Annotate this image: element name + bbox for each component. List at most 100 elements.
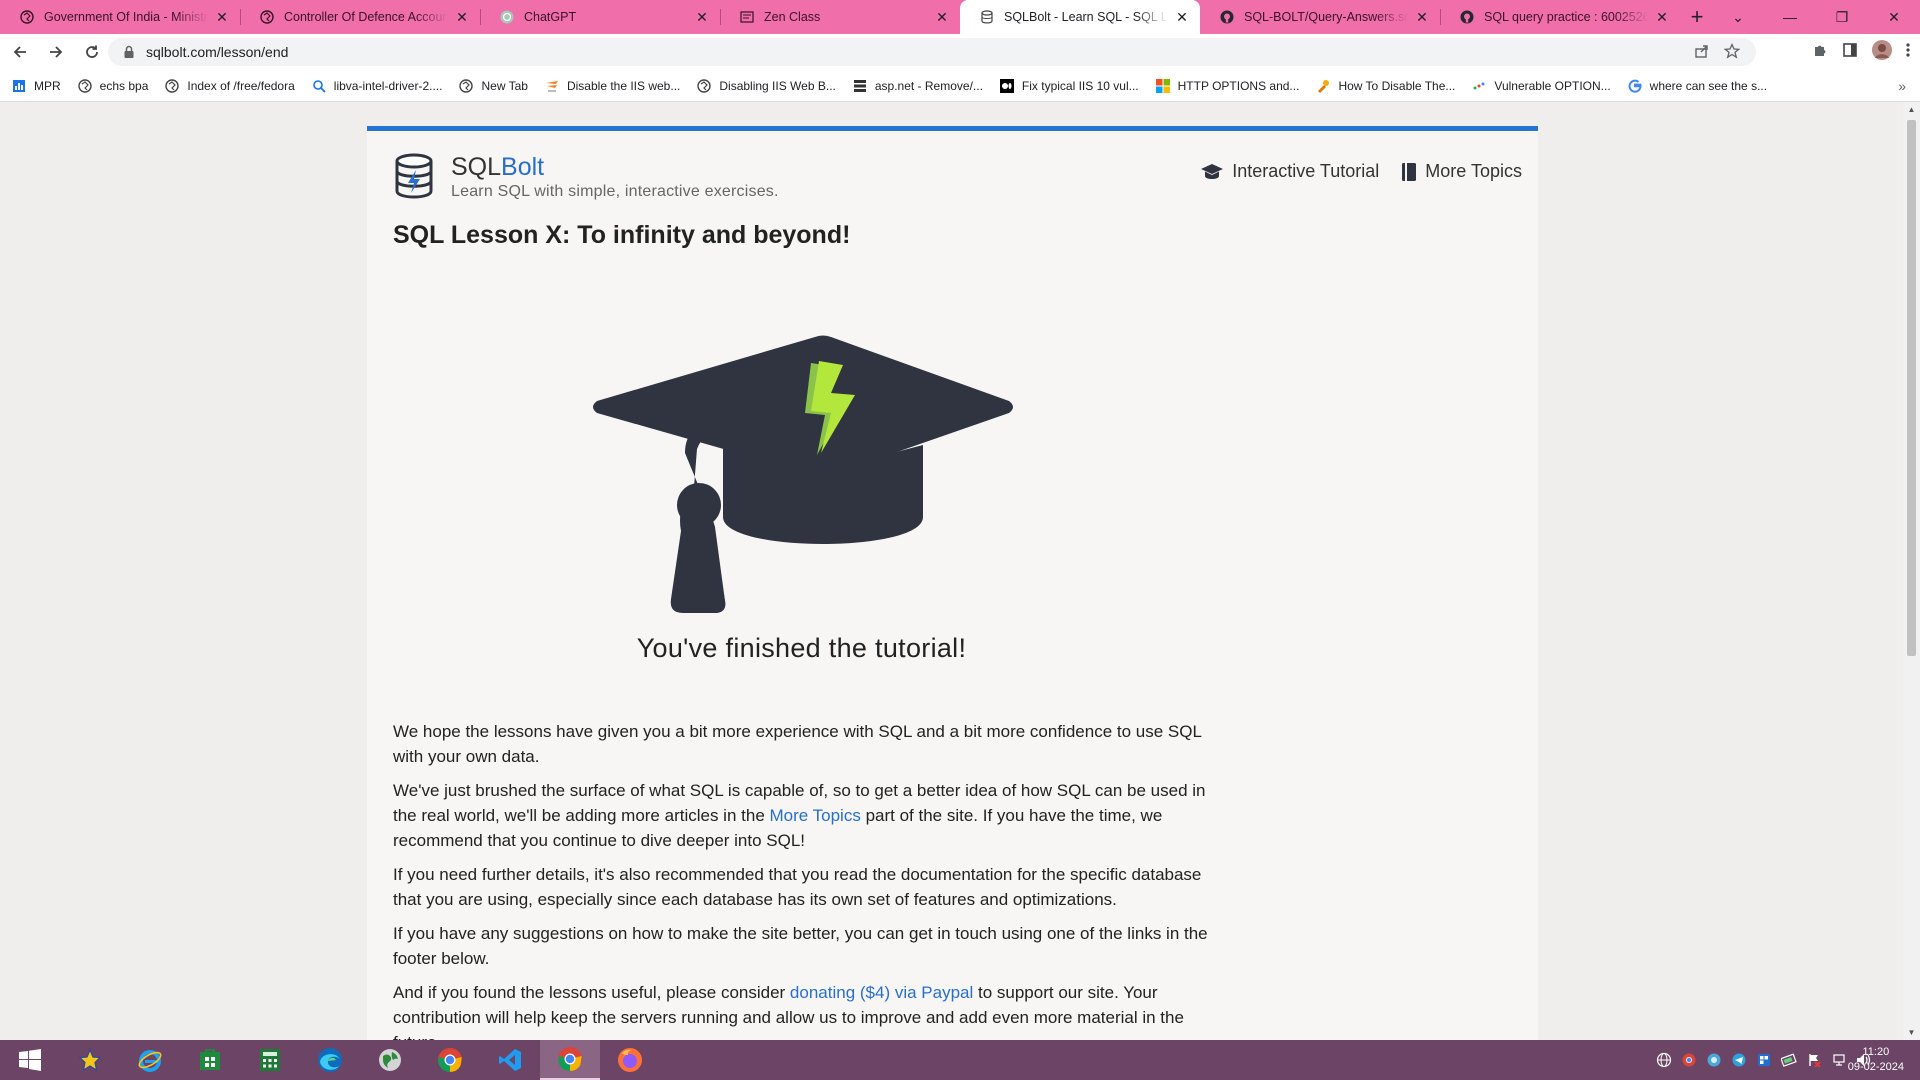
- tab-5-active[interactable]: SQLBolt - Learn SQL - SQL Lesson X ✕: [960, 0, 1200, 34]
- close-tab-icon[interactable]: ✕: [1414, 9, 1430, 25]
- paragraph: And if you found the lessons useful, ple…: [393, 983, 1184, 1040]
- dots-icon: [1472, 79, 1486, 93]
- search-icon: [312, 79, 326, 93]
- book-icon: [1402, 162, 1417, 181]
- back-arrow-icon[interactable]: [4, 36, 36, 68]
- clock-date: 09-02-2024: [1847, 1061, 1904, 1073]
- edge-icon[interactable]: [300, 1040, 360, 1080]
- profile-avatar-icon[interactable]: [1872, 39, 1892, 65]
- vertical-scrollbar[interactable]: ▲ ▼: [1903, 102, 1920, 1040]
- bookmark-star-icon[interactable]: [1723, 42, 1741, 62]
- scroll-down-icon[interactable]: ▼: [1907, 1028, 1916, 1037]
- globe-icon: [20, 10, 34, 24]
- scrollbar-thumb[interactable]: [1907, 120, 1916, 656]
- database-icon: [980, 10, 994, 24]
- globe-icon: [697, 78, 712, 93]
- site-tagline: Learn SQL with simple, interactive exerc…: [451, 183, 779, 200]
- windows-start-icon[interactable]: [0, 1040, 60, 1080]
- restore-icon[interactable]: ❐: [1816, 9, 1868, 26]
- bookmark-item[interactable]: Index of /free/fedora: [165, 79, 295, 93]
- system-clock[interactable]: 11:20 09-02-2024: [1848, 1045, 1904, 1075]
- extensions-puzzle-icon[interactable]: [1812, 42, 1828, 63]
- side-panel-icon[interactable]: [1842, 42, 1858, 63]
- donate-paypal-link[interactable]: donating ($4) via Paypal: [790, 983, 973, 1002]
- new-tab-button[interactable]: +: [1680, 0, 1714, 34]
- chrome-active-icon[interactable]: [540, 1040, 600, 1080]
- globe-app-icon[interactable]: [360, 1040, 420, 1080]
- bookmark-item[interactable]: How To Disable The...: [1316, 79, 1455, 93]
- bookmarks-overflow-icon[interactable]: »: [1898, 78, 1906, 94]
- globe-icon: [260, 10, 274, 24]
- tab-title: SQL-BOLT/Query-Answers.sql at main: [1244, 10, 1408, 24]
- vscode-icon[interactable]: [480, 1040, 540, 1080]
- list-icon: [853, 79, 867, 93]
- tab-3[interactable]: ChatGPT ✕: [480, 0, 720, 34]
- bookmark-item[interactable]: echs bpa: [77, 79, 148, 93]
- forward-arrow-icon[interactable]: [40, 36, 72, 68]
- bookmark-item[interactable]: asp.net - Remove/...: [853, 79, 983, 93]
- network-wired-icon[interactable]: [1831, 1052, 1847, 1068]
- telegram-tray-icon[interactable]: [1731, 1052, 1747, 1068]
- close-tab-icon[interactable]: ✕: [214, 9, 230, 25]
- browser-toolbar: sqlbolt.com/lesson/end: [0, 34, 1920, 70]
- tab-search-icon[interactable]: ⌄: [1712, 9, 1764, 26]
- tab-7[interactable]: SQL query practice : 6002526 ✕: [1440, 0, 1680, 34]
- menu-kebab-icon[interactable]: [1906, 42, 1910, 63]
- bookmark-item[interactable]: libva-intel-driver-2....: [312, 79, 442, 93]
- paragraph: If you need further details, it's also r…: [393, 865, 1202, 909]
- update-tray-icon[interactable]: [1706, 1052, 1722, 1068]
- minimize-icon[interactable]: —: [1764, 9, 1816, 25]
- store-icon[interactable]: [180, 1040, 240, 1080]
- nav-interactive-tutorial[interactable]: Interactive Tutorial: [1200, 161, 1379, 182]
- bookmark-item[interactable]: Vulnerable OPTION...: [1472, 79, 1611, 93]
- more-topics-link[interactable]: More Topics: [770, 806, 861, 825]
- tab-1[interactable]: Government Of India - Ministry of Defenc…: [0, 0, 240, 34]
- lock-icon[interactable]: [122, 45, 136, 59]
- reload-icon[interactable]: [76, 36, 108, 68]
- site-name: SQLBolt: [451, 153, 545, 181]
- bookmark-item[interactable]: Disable the IIS web...: [545, 79, 680, 93]
- scroll-up-icon[interactable]: ▲: [1907, 105, 1916, 114]
- network-globe-icon[interactable]: [1656, 1052, 1672, 1068]
- nav-more-topics[interactable]: More Topics: [1401, 161, 1522, 182]
- system-tray: [1656, 1040, 1872, 1080]
- lesson-title: SQL Lesson X: To infinity and beyond!: [393, 221, 851, 249]
- tab-4[interactable]: Zen Class ✕: [720, 0, 960, 34]
- chrome-tray-icon[interactable]: [1681, 1052, 1697, 1068]
- close-window-icon[interactable]: ✕: [1868, 9, 1920, 26]
- internet-explorer-icon[interactable]: [120, 1040, 180, 1080]
- bookmark-item[interactable]: Fix typical IIS 10 vul...: [999, 78, 1139, 93]
- share-icon[interactable]: [1694, 43, 1710, 62]
- bookmark-item[interactable]: MPR: [12, 79, 61, 93]
- bookmark-item[interactable]: New Tab: [459, 79, 528, 93]
- tab-title: Government Of India - Ministry of Defenc…: [44, 10, 208, 24]
- address-bar[interactable]: sqlbolt.com/lesson/end: [108, 38, 1756, 66]
- calculator-icon[interactable]: [240, 1040, 300, 1080]
- tab-6[interactable]: SQL-BOLT/Query-Answers.sql at main ✕: [1200, 0, 1440, 34]
- tab-title: Zen Class: [764, 10, 821, 24]
- windows-defender-tray-icon[interactable]: [1756, 1052, 1772, 1068]
- tab-2[interactable]: Controller Of Defence Accounts (Pensions…: [240, 0, 480, 34]
- tool-icon: [1316, 79, 1330, 93]
- paragraph: We hope the lessons have given you a bit…: [393, 722, 1202, 766]
- close-tab-icon[interactable]: ✕: [1174, 9, 1190, 25]
- paragraph: If you have any suggestions on how to ma…: [393, 924, 1208, 968]
- battery-tray-icon[interactable]: [1781, 1052, 1797, 1068]
- close-tab-icon[interactable]: ✕: [694, 9, 710, 25]
- bookmark-item[interactable]: Disabling IIS Web B...: [697, 79, 836, 93]
- chrome-icon[interactable]: [420, 1040, 480, 1080]
- windows-icon: [1155, 78, 1170, 93]
- notifications-flag-icon[interactable]: [1806, 1052, 1822, 1068]
- github-icon: [1460, 10, 1474, 24]
- chatgpt-icon: [500, 10, 514, 24]
- stack-icon: [545, 79, 559, 93]
- site-brand[interactable]: SQLBolt Learn SQL with simple, interacti…: [393, 153, 779, 201]
- close-tab-icon[interactable]: ✕: [454, 9, 470, 25]
- firefox-icon[interactable]: [600, 1040, 660, 1080]
- content-card: SQLBolt Learn SQL with simple, interacti…: [367, 126, 1538, 1040]
- favorites-star-icon[interactable]: [60, 1040, 120, 1080]
- close-tab-icon[interactable]: ✕: [1654, 9, 1670, 25]
- bookmark-item[interactable]: HTTP OPTIONS and...: [1155, 78, 1299, 93]
- close-tab-icon[interactable]: ✕: [934, 9, 950, 25]
- bookmark-item[interactable]: where can see the s...: [1628, 79, 1767, 93]
